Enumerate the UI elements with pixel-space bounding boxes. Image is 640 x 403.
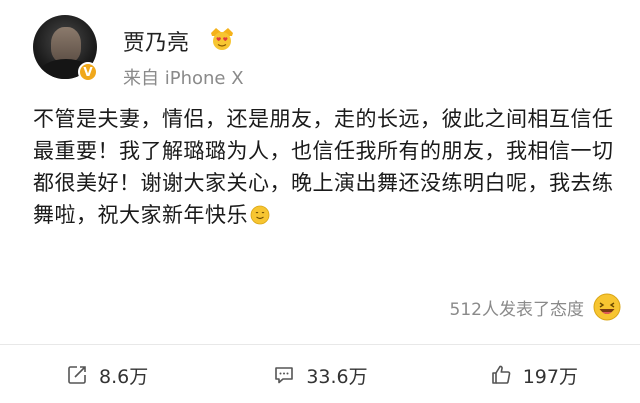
repost-count: 8.6万 <box>99 365 149 388</box>
repost-button[interactable]: 8.6万 <box>0 362 213 389</box>
post-content: 不管是夫妻，情侣，还是朋友，走的长远，彼此之间相互信任最重要！我了解璐璐为人，也… <box>33 103 623 231</box>
crown-heart-eyes-emoji-icon <box>211 28 233 50</box>
like-button[interactable]: 197万 <box>427 362 640 389</box>
thumbs-up-icon <box>491 365 510 384</box>
like-count: 197万 <box>522 365 578 388</box>
avatar-face <box>51 27 81 63</box>
laugh-emoji-icon <box>593 293 621 321</box>
username[interactable]: 贾乃亮 <box>123 25 189 57</box>
comment-button[interactable]: 33.6万 <box>213 362 426 389</box>
divider <box>0 344 640 345</box>
post-text: 不管是夫妻，情侣，还是朋友，走的长远，彼此之间相互信任最重要！我了解璐璐为人，也… <box>33 107 614 227</box>
smile-emoji-icon <box>250 205 270 225</box>
comment-count: 33.6万 <box>306 365 368 388</box>
repost-icon <box>68 366 86 384</box>
verified-badge-icon: V <box>78 62 98 82</box>
action-bar: 8.6万 33.6万 197万 <box>0 350 640 400</box>
reactions-summary[interactable]: 512人发表了态度 <box>450 292 622 322</box>
reactions-text: 512人发表了态度 <box>449 299 584 320</box>
comment-icon <box>275 367 294 384</box>
post-source: 来自 iPhone X <box>123 68 244 89</box>
